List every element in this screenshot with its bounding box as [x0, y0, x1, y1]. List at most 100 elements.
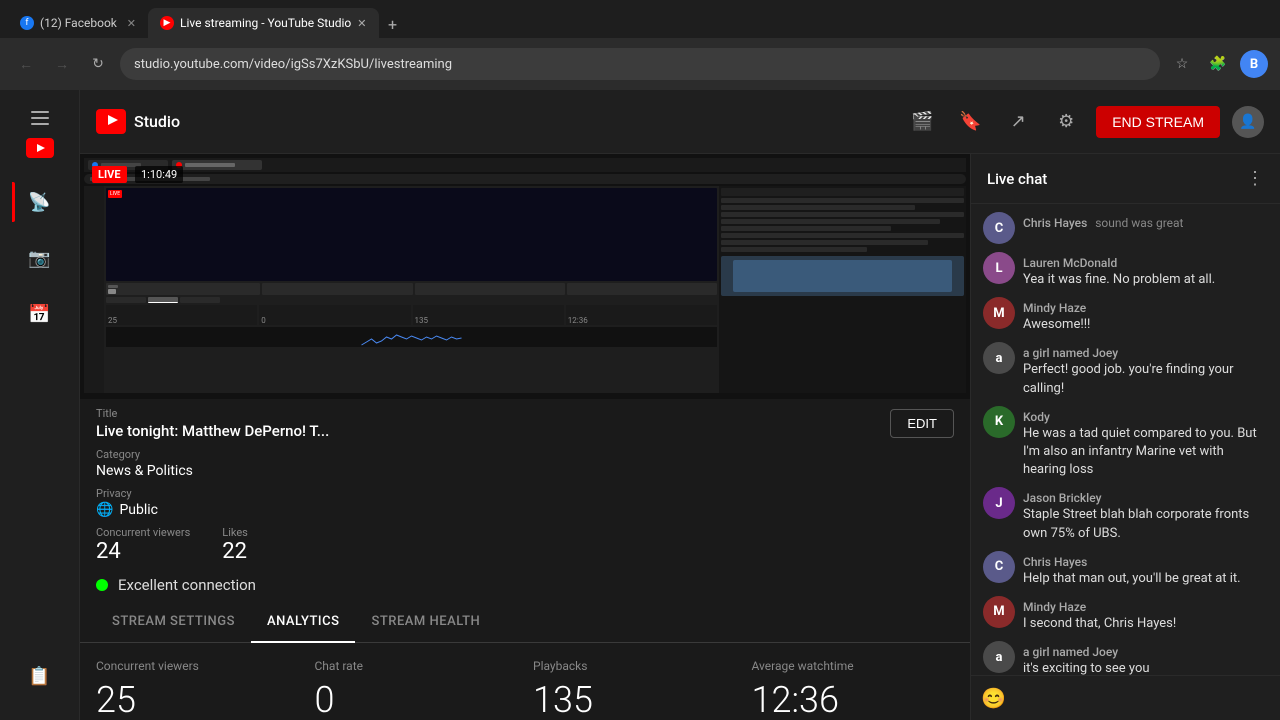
browser-toolbar: ← → ↻ studio.youtube.com/video/igSs7XzKS…: [0, 38, 1280, 90]
stat-avg-value: 12:36: [752, 679, 955, 720]
hamburger-menu[interactable]: [12, 98, 68, 138]
edit-button[interactable]: EDIT: [890, 409, 954, 438]
privacy-row: Privacy 🌐 Public: [96, 487, 954, 518]
settings-icon[interactable]: ⚙: [1048, 104, 1084, 140]
address-bar[interactable]: studio.youtube.com/video/igSs7XzKSbU/liv…: [120, 48, 1160, 80]
facebook-tab[interactable]: f (12) Facebook ✕: [8, 8, 148, 38]
yt-play-icon: [96, 109, 126, 134]
stat-chat-label: Chat rate: [315, 659, 518, 673]
chat-more-button[interactable]: ⋮: [1246, 168, 1264, 189]
youtube-tab-close[interactable]: ✕: [357, 17, 366, 30]
tabs-bar: STREAM SETTINGS ANALYTICS STREAM HEALTH: [80, 602, 970, 643]
stat-concurrent-label: Concurrent viewers: [96, 659, 299, 673]
chat-content-5: Jason Brickley Staple Street blah blah c…: [1023, 487, 1268, 542]
tab-analytics[interactable]: ANALYTICS: [251, 602, 356, 643]
mini-tab2: [172, 160, 262, 170]
chat-name-1: Lauren McDonald: [1023, 252, 1268, 271]
app-container: 📡 📷 📅 📋 Studio: [0, 90, 1280, 720]
chat-header: Live chat ⋮: [971, 154, 1280, 204]
user-avatar[interactable]: B: [1240, 50, 1268, 78]
timer-badge: 1:10:49: [135, 166, 183, 183]
back-button[interactable]: ←: [12, 50, 40, 78]
chat-panel: Live chat ⋮ C Chris Hayes sound was grea…: [970, 154, 1280, 720]
live-badge: LIVE: [92, 166, 127, 183]
profile-avatar[interactable]: 👤: [1232, 106, 1264, 138]
mini-analytics: 25 0 135: [106, 305, 717, 325]
chat-messages: C Chris Hayes sound was great L Lauren M…: [971, 204, 1280, 675]
stream-panel: LIVE 1:10:49: [80, 154, 970, 720]
chat-message-7: M Mindy Haze I second that, Chris Hayes!: [983, 596, 1268, 633]
chat-text-8: it's exciting to see you: [1023, 660, 1268, 675]
tab-stream-health[interactable]: STREAM HEALTH: [355, 602, 496, 643]
bookmark-icon[interactable]: ☆: [1168, 50, 1196, 78]
chat-message-0: C Chris Hayes sound was great: [983, 212, 1268, 244]
stat-avg-watchtime: Average watchtime 12:36: [752, 659, 955, 720]
chat-text-4: He was a tad quiet compared to you. But …: [1023, 425, 1268, 480]
end-stream-button[interactable]: END STREAM: [1096, 106, 1220, 138]
youtube-tab-label: Live streaming - YouTube Studio: [180, 16, 351, 30]
youtube-tab[interactable]: ▶ Live streaming - YouTube Studio ✕: [148, 8, 379, 38]
chat-name-8: a girl named Joey: [1023, 641, 1268, 660]
chat-name-3: a girl named Joey: [1023, 342, 1268, 361]
title-row: Title Live tonight: Matthew DePerno! T..…: [96, 407, 954, 440]
extensions-icon[interactable]: 🧩: [1204, 50, 1232, 78]
chat-input-area: 😊: [971, 675, 1280, 720]
mini-sub-tabs: [106, 297, 717, 303]
chat-message-3: a a girl named Joey Perfect! good job. y…: [983, 342, 1268, 397]
facebook-tab-label: (12) Facebook: [40, 16, 117, 30]
category-row: Category News & Politics: [96, 448, 954, 479]
new-tab-button[interactable]: +: [379, 10, 407, 38]
bookmark-icon-top[interactable]: 🔖: [952, 104, 988, 140]
chat-text-0: sound was great: [1095, 216, 1183, 230]
chat-text-6: Help that man out, you'll be great at it…: [1023, 570, 1268, 588]
chat-content-4: Kody He was a tad quiet compared to you.…: [1023, 406, 1268, 480]
viewers-likes: Concurrent viewers 24 Likes 22: [96, 526, 954, 564]
chat-title: Live chat: [987, 170, 1047, 188]
likes-value: 22: [222, 539, 248, 564]
category-label: Category: [96, 448, 954, 461]
share-icon[interactable]: ↗: [1000, 104, 1036, 140]
chat-avatar-8: a: [983, 641, 1015, 673]
chat-name-5: Jason Brickley: [1023, 487, 1268, 506]
chat-avatar-4: K: [983, 406, 1015, 438]
yt-logo-icon: [26, 138, 54, 158]
public-icon: 🌐: [96, 502, 113, 518]
sidebar-item-feedback[interactable]: 📋: [12, 648, 68, 704]
main-content: Studio 🎬 🔖 ↗ ⚙ END STREAM 👤: [80, 90, 1280, 720]
title-value: Live tonight: Matthew DePerno! T...: [96, 422, 329, 440]
title-label: Title: [96, 407, 329, 420]
mini-tabs: [84, 158, 966, 172]
stream-info-area: Title Live tonight: Matthew DePerno! T..…: [80, 399, 970, 572]
title-section: Title Live tonight: Matthew DePerno! T..…: [96, 407, 329, 440]
analytics-grid: Concurrent viewers 25 Chat rate 0 Playba…: [96, 659, 954, 720]
chat-content-7: Mindy Haze I second that, Chris Hayes!: [1023, 596, 1268, 633]
chat-name-2: Mindy Haze: [1023, 297, 1268, 316]
privacy-value-row: 🌐 Public: [96, 502, 954, 518]
facebook-tab-close[interactable]: ✕: [127, 17, 136, 30]
chat-name-4: Kody: [1023, 406, 1268, 425]
chat-text-7: I second that, Chris Hayes!: [1023, 615, 1268, 633]
tab-stream-settings[interactable]: STREAM SETTINGS: [96, 602, 251, 643]
top-bar-right: 🎬 🔖 ↗ ⚙ END STREAM 👤: [904, 104, 1264, 140]
sidebar-item-videos[interactable]: 📷: [12, 230, 68, 286]
video-thumbnail: LIVE 1:10:49: [80, 154, 970, 399]
chat-text-1: Yea it was fine. No problem at all.: [1023, 271, 1268, 289]
upload-icon[interactable]: 🎬: [904, 104, 940, 140]
thumbnail-inner: LIVE 1:10:49: [80, 154, 970, 399]
sidebar-item-live[interactable]: 📡: [12, 174, 68, 230]
chat-name-0: Chris Hayes: [1023, 216, 1087, 230]
chat-text-5: Staple Street blah blah corporate fronts…: [1023, 506, 1268, 542]
emoji-button[interactable]: 😊: [981, 686, 1006, 710]
content-area: LIVE 1:10:49: [80, 154, 1280, 720]
top-bar: Studio 🎬 🔖 ↗ ⚙ END STREAM 👤: [80, 90, 1280, 154]
stat-playbacks: Playbacks 135: [533, 659, 736, 720]
likes-info: Likes 22: [222, 526, 248, 564]
connection-text: Excellent connection: [118, 576, 256, 594]
mini-app: LIVE: [84, 186, 966, 393]
mini-address: [84, 174, 966, 184]
refresh-button[interactable]: ↻: [84, 50, 112, 78]
sidebar-item-schedule[interactable]: 📅: [12, 286, 68, 342]
yt-studio-logo: Studio: [96, 109, 180, 134]
forward-button[interactable]: →: [48, 50, 76, 78]
analytics-section: Concurrent viewers 25 Chat rate 0 Playba…: [80, 643, 970, 720]
